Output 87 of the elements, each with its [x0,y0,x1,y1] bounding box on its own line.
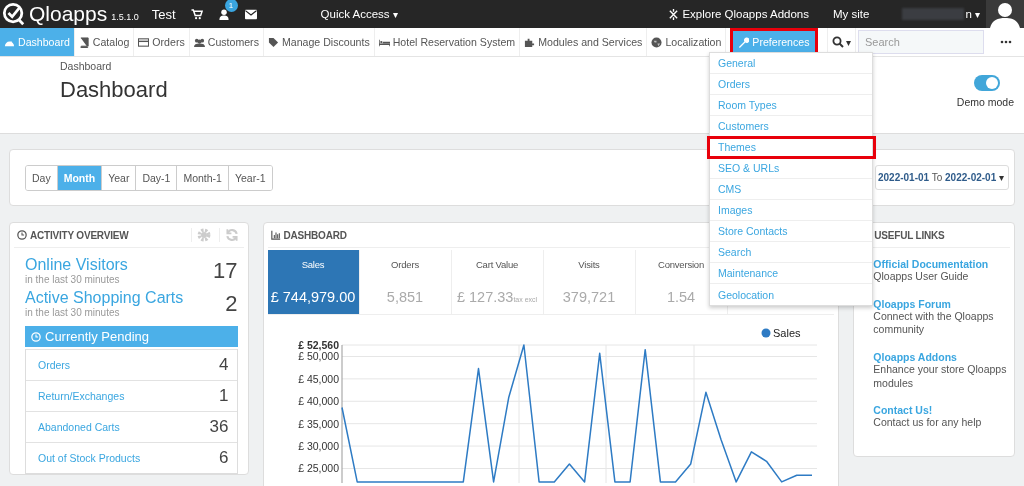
pending-count: 6 [219,448,229,468]
stat-value: 17 [213,257,238,284]
stat-value: 2 [225,290,238,317]
menu-item[interactable]: Customers [710,116,872,137]
useful-link[interactable]: Qloapps Addons [873,350,1008,363]
menu-item[interactable]: Images [710,200,872,221]
y-tick-label: £ 45,000 [297,372,339,385]
nav-tab[interactable]: Catalog [74,28,135,56]
demo-mode-label: Demo mode [956,96,1014,108]
panel-title: DASHBOARD [283,229,347,241]
avatar-silhouette[interactable] [986,0,1024,28]
stat-link[interactable]: Active Shopping Carts [25,289,184,307]
breadcrumb[interactable]: Dashboard [60,60,168,72]
menu-item[interactable]: Search [710,242,872,263]
menu-item[interactable]: Themes [708,137,875,158]
link-description: Qloapps User Guide [873,270,970,284]
link-description: Contact us for any help [873,416,983,430]
clock-icon [17,230,27,240]
wrench-icon [738,36,750,48]
explore-addons-link[interactable]: Explore Qloapps Addons [668,8,809,20]
menu-item[interactable]: General [710,53,872,74]
nav-tab[interactable]: Dashboard [0,28,75,56]
nav-tab[interactable]: Customers [189,28,264,56]
period-button[interactable]: Day [26,165,58,190]
bar-chart-icon [270,230,281,240]
y-tick-label: £ 30,000 [297,440,339,453]
menu-item[interactable]: Store Contacts [710,221,872,242]
nav-tab[interactable]: Modules and Services [520,28,648,56]
pending-link[interactable]: Abandoned Carts [38,421,120,433]
version-label: 1.5.1.0 [111,11,139,22]
redacted-block [902,8,965,20]
pending-title: Currently Pending [45,329,150,344]
shop-name: Test [151,6,176,22]
useful-link[interactable]: Qloapps Forum [873,297,1008,310]
panel-title: ACTIVITY OVERVIEW [30,229,129,241]
cart-icon[interactable] [190,8,203,20]
y-tick-label: £ 25,000 [297,462,339,475]
envelope-icon[interactable] [244,8,257,20]
kpi-tile[interactable]: Sales £ 744,979.00 [267,250,360,314]
brand-name[interactable]: Qloapps [29,2,108,26]
y-tick-label: £ 52,560 [297,339,339,351]
sparkle-icon [668,8,680,20]
user-menu[interactable]: n ▾ [965,8,980,20]
nav-tab[interactable]: Hotel Reservation System [374,28,521,56]
search-field[interactable]: Search [858,30,984,54]
link-description: Connect with the Qloapps community [873,309,995,337]
quick-access-menu[interactable]: Quick Access ▾ [320,8,398,20]
pending-count: 1 [219,386,229,406]
pending-link[interactable]: Return/Exchanges [38,390,125,402]
useful-link[interactable]: Official Documentation [873,258,1008,270]
notification-badge: 1 [224,0,238,12]
stat-caption: in the last 30 minutes [25,307,121,318]
useful-link[interactable]: Contact Us! [873,404,1008,417]
demo-mode-toggle[interactable] [974,75,1000,91]
menu-item[interactable]: CMS [710,179,872,200]
panel-title: USEFUL LINKS [874,229,945,241]
user-icon[interactable] [217,8,230,20]
globe-icon [651,36,663,48]
legend-label: Sales [772,327,801,339]
y-tick-label: £ 35,000 [297,417,339,430]
menu-item[interactable]: Maintenance [710,263,872,284]
stat-link[interactable]: Online Visitors [25,256,128,274]
tag-icon [267,36,279,48]
link-description: Enhance your store Qloapps modules [873,362,1008,391]
menu-item[interactable]: Room Types [710,95,872,116]
logo-icon [2,2,26,26]
nav-tab[interactable]: Orders [134,28,190,56]
date-range-picker[interactable]: 2022-01-01 To 2022-02-01 ▾ [874,165,1009,190]
puzzle-icon [524,36,536,48]
menu-item[interactable]: Orders [710,74,872,95]
card-icon [138,36,150,48]
pending-count: 36 [209,417,229,437]
page-title: Dashboard [60,77,168,103]
my-site-link[interactable]: My site [833,8,870,20]
y-tick-label: £ 50,000 [297,350,339,363]
users-icon [193,36,205,48]
pending-link[interactable]: Orders [38,359,71,371]
pending-link[interactable]: Out of Stock Products [38,452,141,464]
period-button[interactable]: Month [57,165,103,190]
nav-tab[interactable]: Manage Discounts [263,28,375,56]
search-icon [832,36,844,48]
more-icon[interactable] [1000,40,1012,44]
menu-item[interactable]: SEO & URLs [710,158,872,179]
stat-caption: in the last 30 minutes [25,274,121,285]
pending-count: 4 [219,355,229,375]
clock-icon [31,331,41,342]
y-tick-label: £ 40,000 [297,395,339,408]
